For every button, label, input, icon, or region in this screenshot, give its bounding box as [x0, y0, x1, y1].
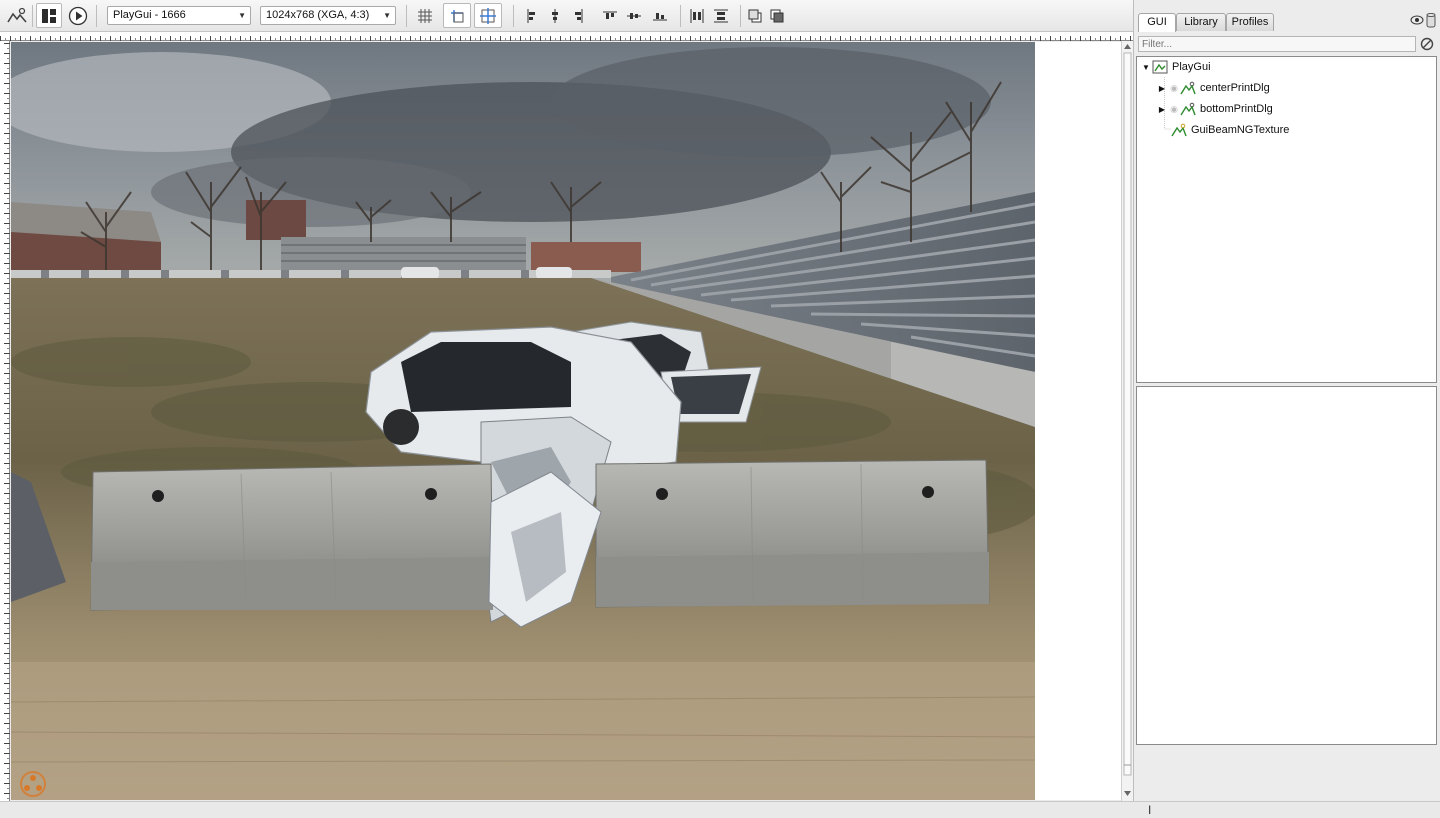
barrier-right: [595, 459, 990, 608]
gui-selector-dropdown[interactable]: PlayGui - 1666 ▼: [107, 6, 251, 25]
tab-library-label: Library: [1184, 16, 1218, 28]
layout-icon[interactable]: [36, 3, 62, 28]
inspector-panel: GUI Library Profiles ▼ PlayGui ▶ ◉ cente…: [1133, 0, 1440, 801]
status-bar: I: [0, 801, 1440, 818]
filter-input[interactable]: [1138, 36, 1416, 52]
tab-gui-label: GUI: [1147, 16, 1167, 28]
expand-triangle-icon[interactable]: ▶: [1156, 105, 1168, 114]
tree-item-playgui[interactable]: ▼ PlayGui: [1140, 58, 1211, 76]
barrier-left: [90, 463, 494, 611]
tree-item-label: PlayGui: [1172, 61, 1211, 73]
gui-editor-icon[interactable]: [4, 3, 30, 28]
gui-control-icon: [1180, 81, 1196, 95]
align-bottom-icon[interactable]: [650, 3, 670, 28]
chevron-down-icon: ▼: [238, 11, 246, 20]
editor-toolbar: PlayGui - 1666 ▼ 1024x768 (XGA, 4:3) ▼: [0, 0, 1133, 32]
resolution-value: 1024x768 (XGA, 4:3): [266, 9, 370, 21]
tab-gui[interactable]: GUI: [1138, 13, 1176, 32]
clear-filter-icon[interactable]: [1420, 37, 1434, 51]
tree-item-guibeamngtexture[interactable]: GuiBeamNGTexture: [1171, 121, 1289, 139]
center-snap-icon[interactable]: [474, 3, 502, 28]
play-icon[interactable]: [66, 3, 90, 28]
gui-control-icon: [1180, 102, 1196, 116]
align-middle-icon[interactable]: [624, 3, 644, 28]
trash-icon[interactable]: [1425, 12, 1437, 28]
gui-control-icon: [1171, 123, 1187, 137]
resolution-dropdown[interactable]: 1024x768 (XGA, 4:3) ▼: [260, 6, 396, 25]
tree-item-bottomprintdlg[interactable]: ▶ ◉ bottomPrintDlg: [1156, 100, 1273, 118]
align-left-icon[interactable]: [523, 3, 541, 28]
tab-profiles[interactable]: Profiles: [1226, 13, 1274, 31]
visibility-eye-icon[interactable]: ◉: [1168, 104, 1180, 115]
tree-item-label: GuiBeamNGTexture: [1191, 124, 1290, 136]
tab-library[interactable]: Library: [1176, 13, 1226, 31]
send-to-back-icon[interactable]: [746, 3, 764, 28]
gui-canvas[interactable]: [11, 42, 1121, 800]
align-top-icon[interactable]: [600, 3, 620, 28]
expand-triangle-icon[interactable]: ▶: [1156, 84, 1168, 93]
tree-item-label: centerPrintDlg: [1200, 82, 1270, 94]
distribute-horizontal-icon[interactable]: [687, 3, 707, 28]
text-cursor-icon: I: [1148, 803, 1152, 817]
game-viewport[interactable]: [11, 42, 1035, 800]
bring-to-front-icon[interactable]: [768, 3, 786, 28]
align-center-icon[interactable]: [546, 3, 564, 28]
gui-tree[interactable]: ▼ PlayGui ▶ ◉ centerPrintDlg ▶ ◉ bottomP…: [1136, 56, 1437, 383]
edge-snap-icon[interactable]: [443, 3, 471, 28]
grid-snap-icon[interactable]: [414, 3, 436, 28]
horizontal-ruler: [0, 32, 1133, 41]
gui-selector-value: PlayGui - 1666: [113, 9, 186, 21]
gui-control-icon: [1152, 60, 1168, 74]
align-right-icon[interactable]: [569, 3, 587, 28]
distribute-vertical-icon[interactable]: [711, 3, 731, 28]
tab-profiles-label: Profiles: [1231, 16, 1269, 28]
property-inspector[interactable]: [1136, 386, 1437, 745]
canvas-scrollbar[interactable]: [1121, 41, 1133, 801]
chevron-down-icon: ▼: [383, 11, 391, 20]
expand-triangle-icon[interactable]: ▼: [1140, 63, 1152, 72]
visibility-eye-icon[interactable]: ◉: [1168, 83, 1180, 94]
tree-item-label: bottomPrintDlg: [1200, 103, 1273, 115]
vertical-ruler: [0, 41, 10, 801]
tree-item-centerprintdlg[interactable]: ▶ ◉ centerPrintDlg: [1156, 79, 1270, 97]
eye-icon[interactable]: [1410, 14, 1424, 26]
